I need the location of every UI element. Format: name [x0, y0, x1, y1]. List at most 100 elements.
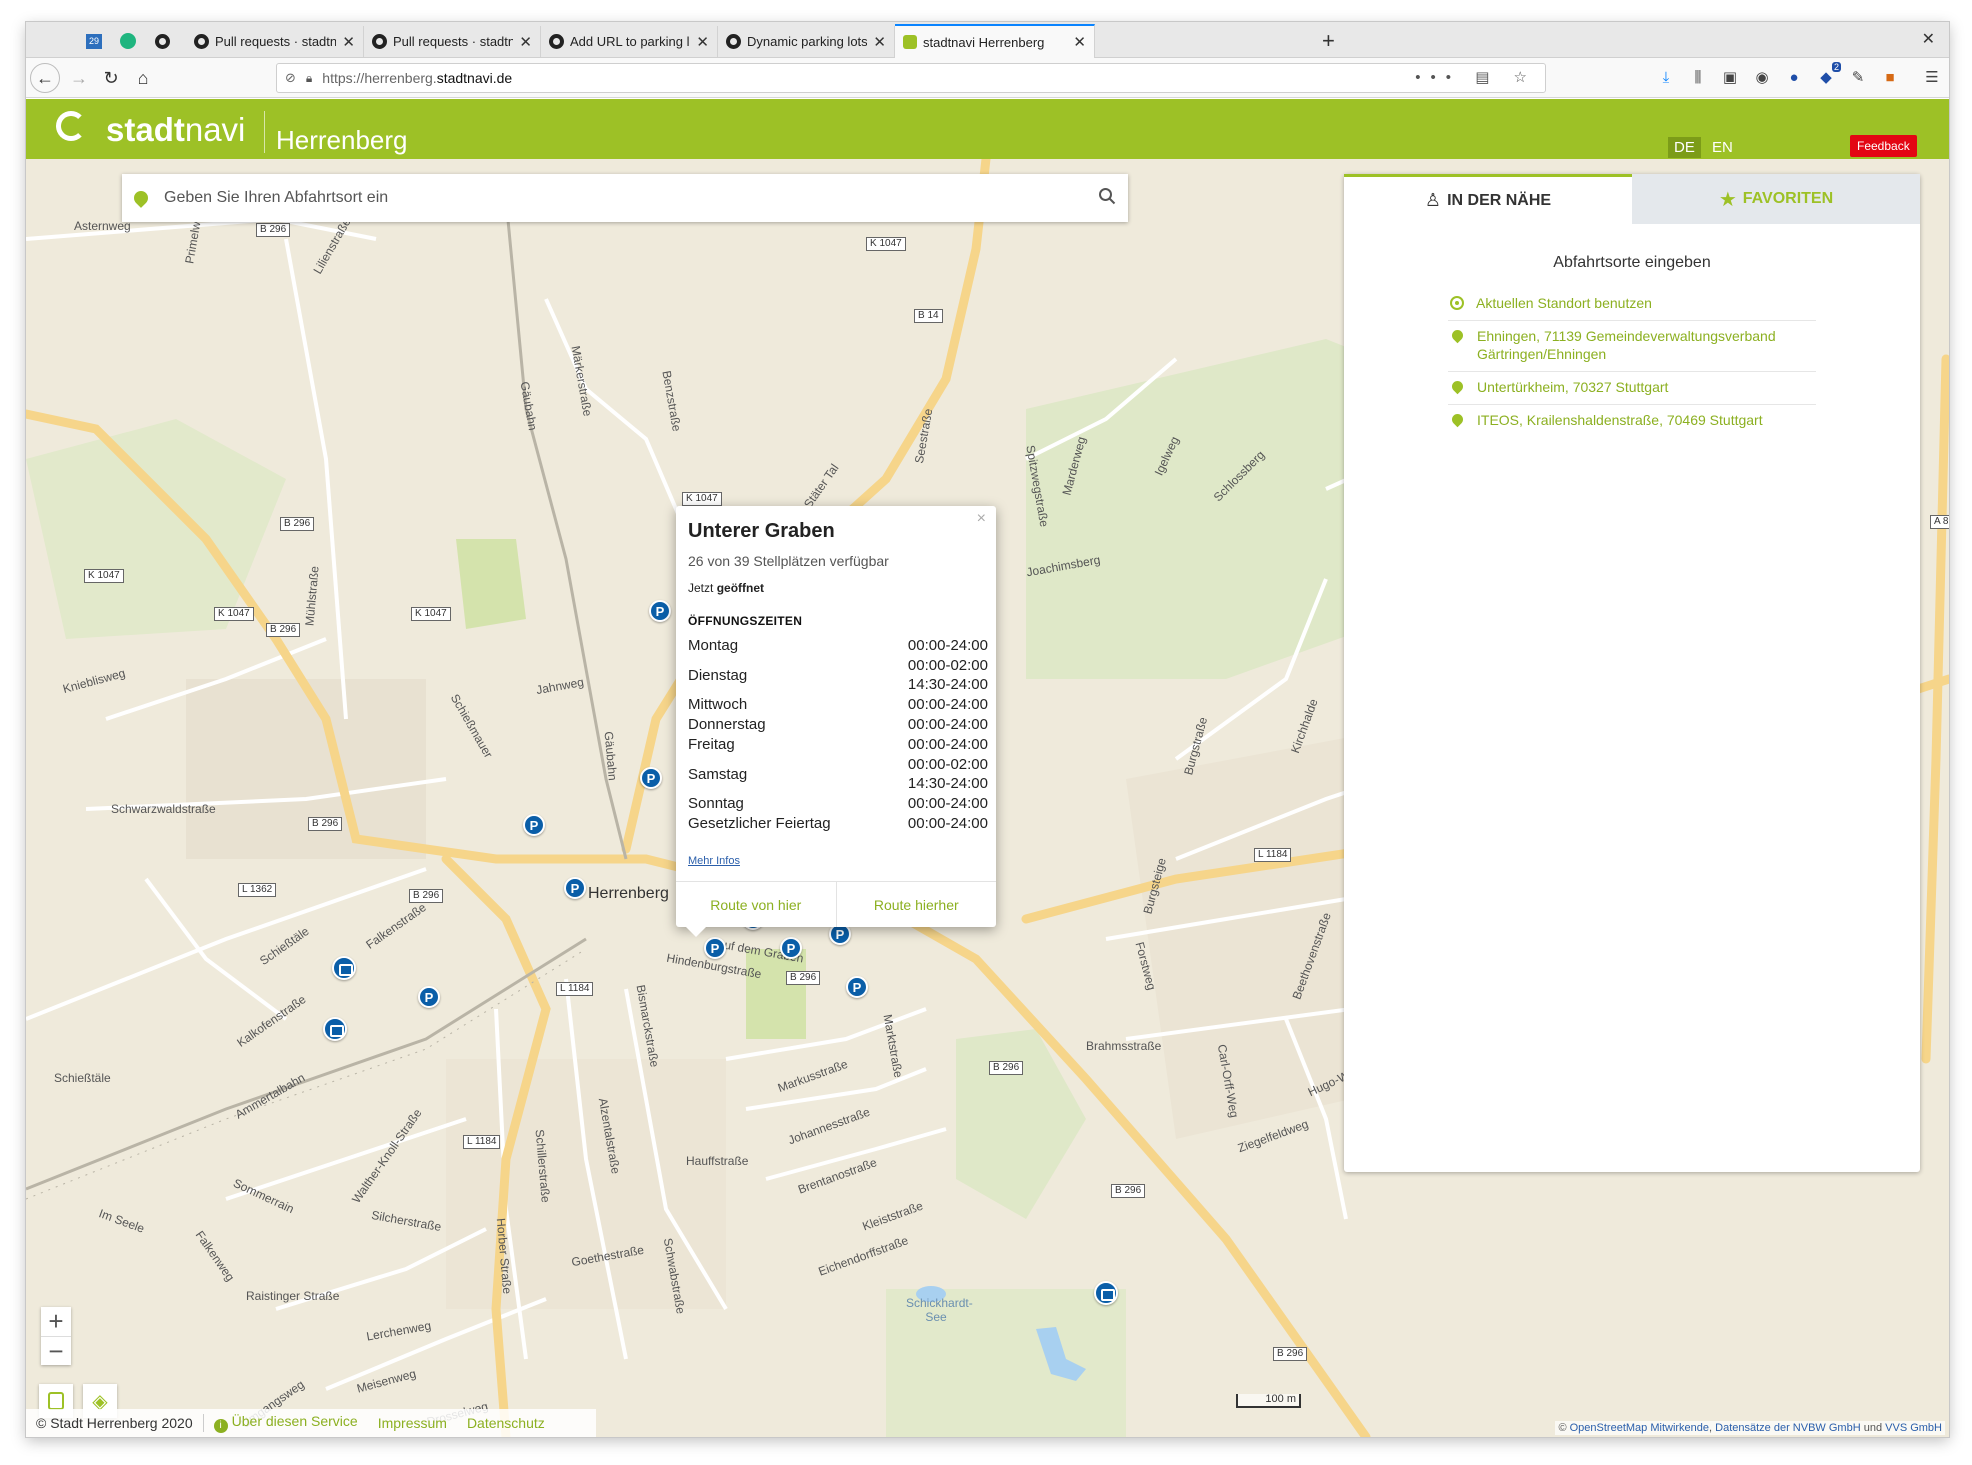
reload-button[interactable]: ↻ — [96, 63, 126, 93]
map[interactable]: Asternweg Primelweg Lilienstraße Gäubahn… — [26, 159, 1949, 1437]
bookmark-star-icon[interactable]: ☆ — [1514, 69, 1537, 86]
close-icon[interactable]: × — [977, 510, 986, 528]
route-from-here-button[interactable]: Route von hier — [676, 882, 836, 927]
hours-row: Mittwoch 00:00-24:00 — [688, 696, 988, 713]
road-shield: K 1047 — [411, 607, 451, 621]
stadtnavi-logo-icon — [56, 111, 86, 141]
search-input[interactable] — [164, 189, 1064, 207]
download-icon[interactable]: ⤓ — [1657, 68, 1675, 86]
home-button[interactable]: ⌂ — [128, 63, 158, 93]
toolbar-icons: ⤓ ⫼ ▣ ◉ ● ◆ 2 ✎ ■ ☰ — [1657, 62, 1941, 86]
tab-dynamic-parking[interactable]: Dynamic parking lots by leo ✕ — [718, 26, 895, 57]
bus-stop-marker[interactable] — [323, 1017, 347, 1041]
menu-icon[interactable]: ☰ — [1923, 68, 1941, 86]
back-button[interactable]: ← — [30, 63, 60, 93]
tab-pull-requests-1[interactable]: Pull requests · stadtnavi/dig ✕ — [186, 26, 364, 57]
hours-row: Samstag 00:00-02:00 14:30-24:00 — [688, 756, 988, 792]
list-item-untertuerkheim[interactable]: Untertürkheim, 70327 Stuttgart — [1448, 372, 1816, 405]
lock-icon[interactable]: 🔒︎ — [306, 71, 312, 86]
tab-stadtnavi[interactable]: stadtnavi Herrenberg ✕ — [895, 24, 1095, 58]
navigation-bar: ← → ↻ ⌂ ⊘ 🔒︎ https://herrenberg.stadtnav… — [26, 58, 1949, 98]
hours-row: Freitag 00:00-24:00 — [688, 736, 988, 753]
road-shield: L 1184 — [556, 982, 594, 996]
page-actions-icon[interactable]: ••• — [1415, 69, 1461, 86]
pinned-tab-github[interactable] — [142, 26, 182, 56]
extension-orange-icon[interactable]: ■ — [1881, 68, 1899, 86]
zoom-out-button[interactable]: − — [41, 1336, 71, 1366]
tab-add-url[interactable]: Add URL to parking lot popu ✕ — [541, 26, 718, 57]
tab-favorites[interactable]: ★ FAVORITEN — [1632, 174, 1920, 224]
extension-badge-icon[interactable]: ◆ 2 — [1817, 62, 1841, 86]
logo-text[interactable]: stadtnavi — [106, 111, 245, 149]
parking-marker[interactable]: P — [564, 877, 586, 899]
road-shield: B 296 — [280, 517, 315, 531]
imprint-link[interactable]: Impressum — [368, 1415, 457, 1431]
extension-brush-icon[interactable]: ✎ — [1849, 68, 1867, 86]
more-info-link[interactable]: Mehr Infos — [688, 855, 740, 867]
lake-label: Schickhardt-See — [906, 1296, 973, 1324]
sidebar-icon[interactable]: ▣ — [1721, 68, 1739, 86]
location-pin-icon — [1449, 411, 1466, 428]
tab-nearby[interactable]: ♙ IN DER NÄHE — [1344, 174, 1632, 224]
nvbw-link[interactable]: Datensätze der NVBW GmbH — [1715, 1422, 1861, 1434]
osm-link[interactable]: OpenStreetMap Mitwirkende — [1570, 1422, 1709, 1434]
zoom-in-button[interactable]: + — [41, 1306, 71, 1336]
road-shield: B 296 — [1111, 1184, 1146, 1198]
tab-bar: 29 Pull requests · stadtnavi/dig ✕ Pull … — [26, 22, 1949, 58]
about-link[interactable]: i Über diesen Service — [204, 1413, 368, 1433]
github-icon — [726, 34, 741, 49]
tab-close-icon[interactable]: ✕ — [873, 33, 886, 51]
forward-button[interactable]: → — [64, 63, 94, 93]
road-shield: L 1184 — [1254, 848, 1292, 862]
parking-popup: × Unterer Graben 26 von 39 Stellplätzen … — [676, 506, 997, 937]
url-domain: stadtnavi.de — [436, 70, 513, 86]
parking-marker[interactable]: P — [640, 767, 662, 789]
route-to-here-button[interactable]: Route hierher — [835, 882, 997, 927]
road-shield: B 296 — [256, 223, 291, 237]
new-tab-button[interactable]: + — [1322, 28, 1335, 54]
bus-stop-marker[interactable] — [1094, 1281, 1118, 1305]
tab-close-icon[interactable]: ✕ — [696, 33, 709, 51]
road-shield: B 296 — [989, 1061, 1024, 1075]
badge-count: 2 — [1831, 62, 1841, 72]
url-bar[interactable]: ⊘ 🔒︎ https://herrenberg.stadtnavi.de •••… — [276, 63, 1546, 93]
library-icon[interactable]: ⫼ — [1689, 68, 1707, 86]
github-icon — [372, 34, 387, 49]
road-shield: K 1047 — [84, 569, 124, 583]
tab-close-icon[interactable]: ✕ — [342, 33, 355, 51]
parking-marker[interactable]: P — [418, 986, 440, 1008]
language-de[interactable]: DE — [1668, 137, 1701, 158]
popup-title: Unterer Graben — [688, 520, 835, 542]
parking-marker[interactable]: P — [846, 976, 868, 998]
parking-marker[interactable]: P — [780, 937, 802, 959]
tab-close-icon[interactable]: ✕ — [1073, 33, 1086, 51]
search-icon[interactable] — [1098, 187, 1116, 205]
list-item-ehningen[interactable]: Ehningen, 71139 Gemeindeverwaltungsverba… — [1448, 321, 1816, 372]
road-label: Schießtäle — [54, 1071, 111, 1085]
road-shield: B 296 — [409, 889, 444, 903]
road-shield: B 296 — [1273, 1347, 1308, 1361]
window-close-icon[interactable]: ✕ — [1922, 29, 1935, 49]
github-icon — [194, 34, 209, 49]
tracking-protection-icon[interactable]: ⊘ — [285, 70, 296, 86]
parking-marker[interactable]: P — [649, 600, 671, 622]
list-item-iteos[interactable]: ITEOS, Krailenshaldenstraße, 70469 Stutt… — [1448, 405, 1816, 437]
road-shield: K 1047 — [866, 237, 906, 251]
tab-pull-requests-2[interactable]: Pull requests · stadtnavi/dig ✕ — [364, 26, 541, 57]
list-item-current-location[interactable]: Aktuellen Standort benutzen — [1448, 288, 1816, 321]
account-icon[interactable]: ◉ — [1753, 68, 1771, 86]
extension-shield-icon[interactable]: ● — [1785, 68, 1803, 86]
location-pin-icon — [1449, 327, 1466, 344]
language-en[interactable]: EN — [1706, 137, 1739, 158]
bus-icon — [48, 1392, 64, 1410]
tab-close-icon[interactable]: ✕ — [519, 33, 532, 51]
hours-row: Sonntag 00:00-24:00 — [688, 795, 988, 812]
parking-marker[interactable]: P — [523, 814, 545, 836]
parking-marker[interactable]: P — [704, 937, 726, 959]
bus-stop-marker[interactable] — [332, 956, 356, 980]
feedback-button[interactable]: Feedback — [1850, 135, 1917, 157]
road-shield: K 1047 — [214, 607, 254, 621]
vvs-link[interactable]: VVS GmbH — [1885, 1422, 1942, 1434]
reader-view-icon[interactable]: ▤ — [1475, 69, 1499, 86]
privacy-link[interactable]: Datenschutz — [457, 1415, 555, 1431]
